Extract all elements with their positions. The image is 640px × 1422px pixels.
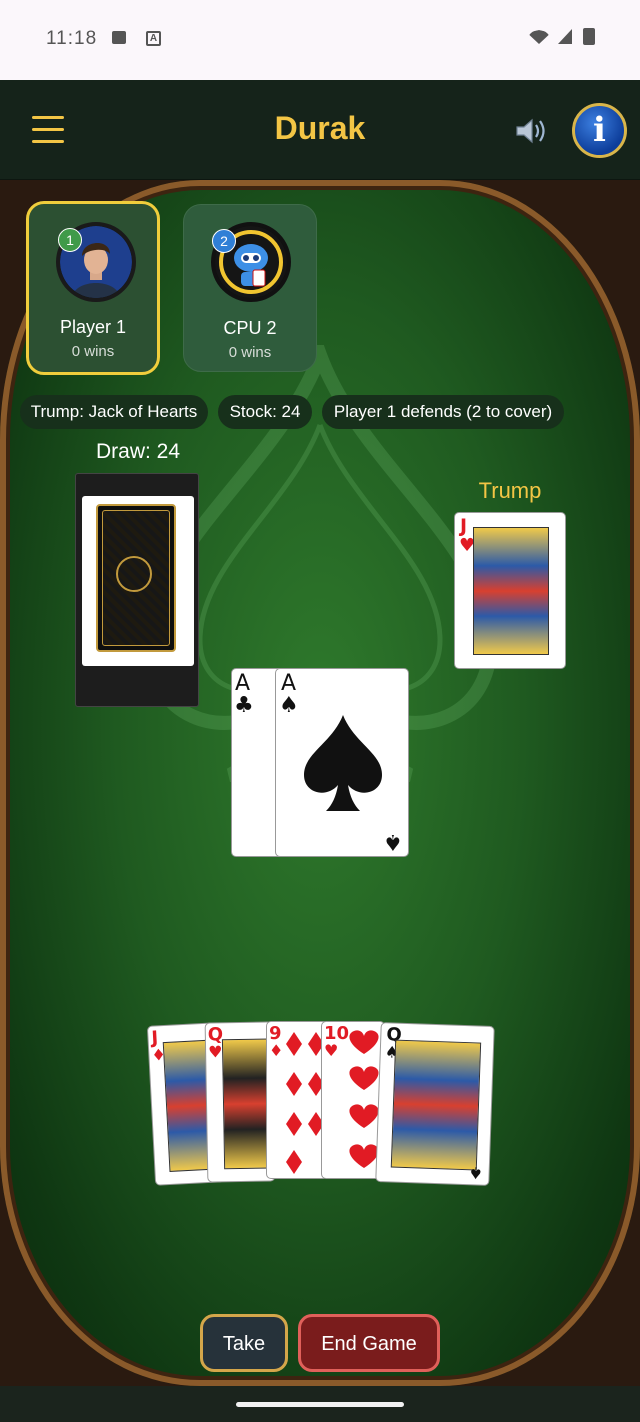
card-suit-icon: ♠: [467, 1163, 483, 1183]
player-wins: 0 wins: [71, 343, 115, 360]
diamond-pips-icon: [286, 1032, 324, 1174]
signal-icon: [558, 29, 572, 44]
card-suit-icon: ♥: [324, 1041, 339, 1060]
card-suit-icon: ♥: [207, 1042, 223, 1062]
speaker-icon[interactable]: [514, 116, 548, 146]
queen-of-spades-face-icon: [390, 1039, 482, 1171]
trump-card: J ♥: [454, 512, 566, 669]
jack-of-hearts-face-icon: [473, 527, 549, 655]
phase-pill: Player 1 defends (2 to cover): [322, 395, 564, 429]
spade-pip-icon: [304, 715, 382, 811]
hand-card[interactable]: Q ♠ ♠: [375, 1022, 495, 1186]
card-rank: J: [460, 515, 468, 537]
player-name: CPU 2: [223, 318, 277, 338]
draw-count-label: Draw: 24: [95, 440, 181, 463]
end-game-button[interactable]: End Game: [298, 1314, 440, 1372]
info-glyph: i: [593, 110, 606, 150]
wifi-icon: [527, 30, 551, 44]
card-back-medallion-icon: [116, 556, 152, 592]
player-rank-badge: 1: [58, 228, 82, 252]
trump-label: Trump: [478, 478, 542, 503]
card-rank: A: [281, 671, 297, 696]
draw-pile[interactable]: [75, 473, 199, 707]
deck-card-slot: [82, 496, 194, 666]
player-rank-badge: 2: [212, 229, 236, 253]
player-name: Player 1: [59, 317, 127, 337]
battery-icon: [583, 28, 595, 45]
system-nav-bar: [0, 1386, 640, 1422]
home-gesture-handle[interactable]: [236, 1402, 404, 1407]
card-rank: A: [235, 671, 251, 696]
notification-a-icon: A: [146, 31, 161, 46]
app-header: Durak i: [0, 80, 640, 180]
hand-card[interactable]: Q ♥: [204, 1021, 276, 1183]
card-suit-icon: ♦: [269, 1041, 284, 1060]
sd-card-icon: [112, 31, 126, 44]
stock-pill: Stock: 24: [218, 395, 312, 429]
trump-pill: Trump: Jack of Hearts: [20, 395, 208, 429]
hand-card[interactable]: 9 ♦: [266, 1021, 328, 1179]
table-card: A ♠ ♠: [275, 668, 409, 857]
status-bar: 11:18 A: [0, 0, 640, 80]
player-card-2[interactable]: 2 CPU 2 0 wins: [183, 204, 317, 372]
card-back: [96, 504, 176, 652]
take-button[interactable]: Take: [200, 1314, 288, 1372]
player-card-1[interactable]: 1 Player 1 0 wins: [26, 201, 160, 375]
card-suit-icon: ♠: [383, 829, 403, 854]
queen-face-icon: [221, 1038, 273, 1170]
card-suit-icon: ♠: [279, 693, 299, 718]
info-icon[interactable]: i: [572, 103, 627, 158]
status-time: 11:18: [46, 28, 98, 49]
card-suit-icon: ♣: [234, 693, 254, 718]
player-wins: 0 wins: [228, 344, 272, 361]
